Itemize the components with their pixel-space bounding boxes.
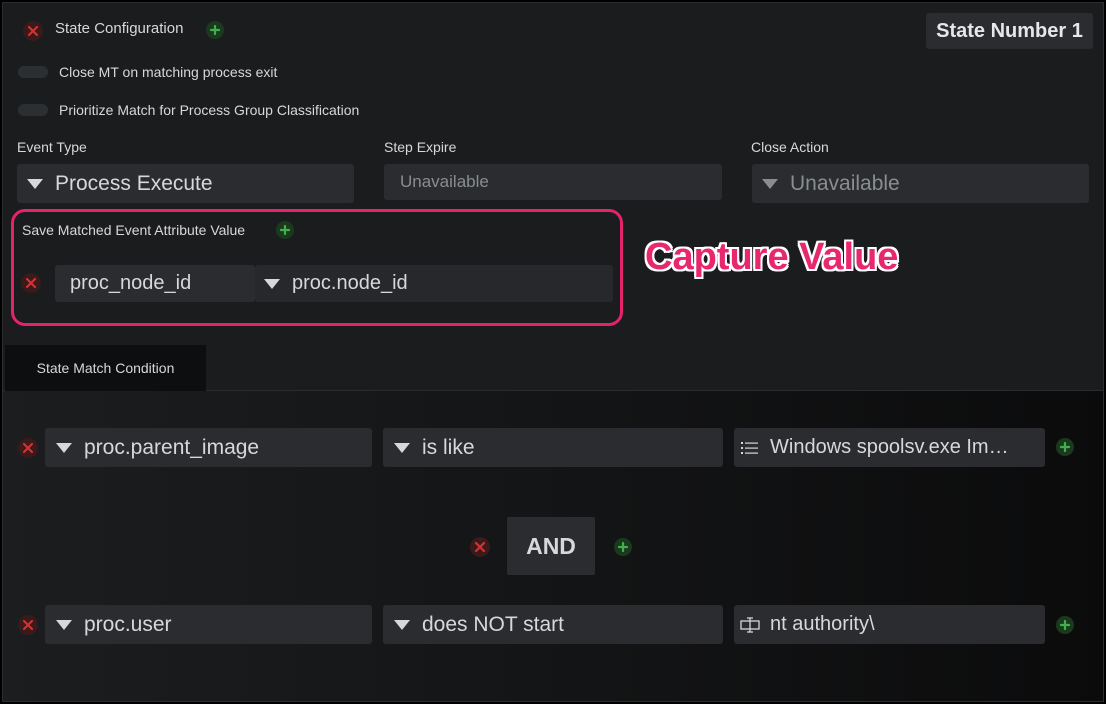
close-icon: [23, 443, 33, 453]
condition-value-text: nt authority\: [770, 613, 875, 635]
close-icon: [23, 620, 33, 630]
chevron-down-icon: [762, 178, 778, 189]
state-number-badge: State Number 1: [926, 13, 1093, 49]
prioritize-match-label: Prioritize Match for Process Group Class…: [59, 102, 360, 118]
case-icon: [740, 616, 760, 633]
close-action-value: Unavailable: [790, 171, 900, 195]
condition-attribute-select[interactable]: proc.user: [45, 605, 372, 644]
tab-bar: State Match Condition: [3, 345, 1103, 391]
list-icon: [740, 441, 760, 455]
chevron-down-icon: [27, 178, 43, 189]
chevron-down-icon: [56, 442, 72, 453]
condition-attribute-value: proc.parent_image: [84, 435, 260, 459]
add-condition-button[interactable]: [1056, 438, 1074, 456]
condition-operator-select[interactable]: is like: [383, 428, 723, 467]
condition-operator-value: is like: [422, 435, 475, 459]
condition-value-input[interactable]: nt authority\: [734, 605, 1045, 644]
add-state-button[interactable]: [206, 21, 224, 39]
close-icon: [28, 26, 38, 36]
chevron-down-icon: [56, 619, 72, 630]
chevron-down-icon: [394, 619, 410, 630]
remove-condition-button[interactable]: [18, 438, 38, 458]
close-action-select[interactable]: Unavailable: [752, 164, 1089, 203]
capture-value-annotation: Capture Value: [645, 236, 899, 278]
capture-value-highlight: [11, 209, 623, 326]
close-mt-toggle[interactable]: [18, 66, 48, 78]
add-condition-button[interactable]: [1056, 616, 1074, 634]
tab-state-match-condition[interactable]: State Match Condition: [5, 345, 206, 391]
step-expire-label: Step Expire: [384, 139, 457, 155]
condition-operator-select[interactable]: does NOT start: [383, 605, 723, 644]
condition-value-input[interactable]: Windows spoolsv.exe Im…: [734, 428, 1045, 467]
add-logic-button[interactable]: [614, 538, 632, 556]
close-mt-label: Close MT on matching process exit: [59, 64, 278, 80]
plus-icon: [210, 25, 220, 35]
condition-attribute-select[interactable]: proc.parent_image: [45, 428, 372, 467]
close-action-label: Close Action: [751, 139, 829, 155]
plus-icon: [618, 542, 628, 552]
remove-logic-button[interactable]: [470, 537, 490, 557]
state-config-title: State Configuration: [55, 20, 184, 37]
condition-operator-value: does NOT start: [422, 612, 564, 636]
plus-icon: [1060, 620, 1070, 630]
step-expire-value: Unavailable: [400, 172, 489, 191]
remove-state-button[interactable]: [23, 21, 43, 41]
event-type-label: Event Type: [17, 139, 87, 155]
remove-condition-button[interactable]: [18, 615, 38, 635]
logic-operator-button[interactable]: AND: [507, 517, 595, 575]
condition-attribute-value: proc.user: [84, 612, 172, 636]
prioritize-match-toggle[interactable]: [18, 104, 48, 116]
event-type-select[interactable]: Process Execute: [17, 164, 354, 203]
step-expire-input[interactable]: Unavailable: [384, 164, 722, 200]
chevron-down-icon: [394, 442, 410, 453]
plus-icon: [1060, 442, 1070, 452]
close-icon: [475, 542, 485, 552]
condition-value-text: Windows spoolsv.exe Im…: [770, 436, 1009, 458]
event-type-value: Process Execute: [55, 171, 213, 195]
